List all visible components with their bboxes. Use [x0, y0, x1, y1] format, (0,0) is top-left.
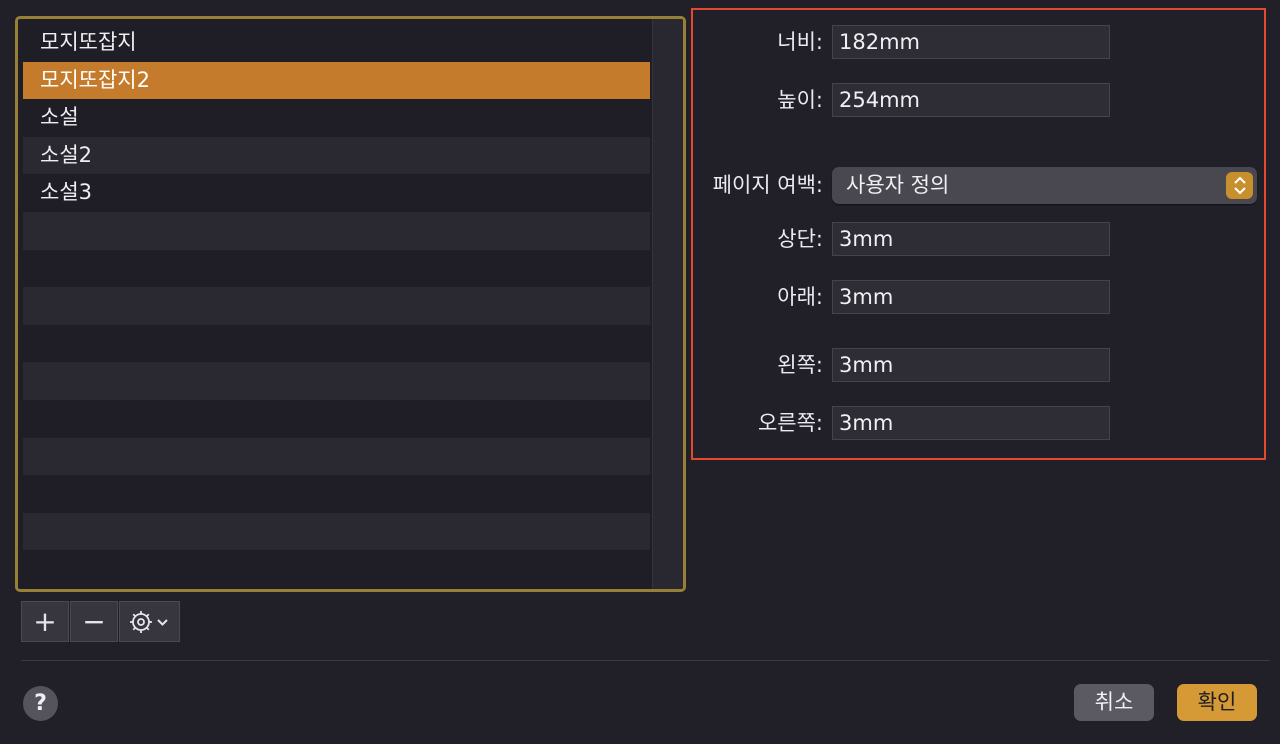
- height-label: 높이:: [777, 88, 823, 112]
- empty-row: [23, 211, 650, 250]
- separator: [21, 660, 1270, 661]
- question-icon: ?: [34, 691, 47, 716]
- chevron-down-icon: [156, 618, 168, 626]
- add-button[interactable]: +: [21, 601, 69, 642]
- help-button[interactable]: ?: [23, 686, 58, 721]
- list-scrollbar[interactable]: [652, 19, 683, 589]
- minus-icon: −: [82, 605, 106, 638]
- empty-row: [23, 400, 650, 438]
- right-margin-label: 오른쪽:: [757, 411, 823, 435]
- plus-icon: +: [33, 605, 57, 638]
- empty-row: [23, 512, 650, 551]
- empty-row: [23, 325, 650, 363]
- action-menu-button[interactable]: [119, 601, 180, 642]
- list-item[interactable]: 소설: [23, 99, 650, 137]
- empty-row: [23, 362, 650, 400]
- cancel-button[interactable]: 취소: [1074, 684, 1154, 721]
- margins-preset-popup[interactable]: 사용자 정의: [832, 167, 1257, 204]
- empty-row: [23, 250, 650, 288]
- left-margin-field[interactable]: 3mm: [832, 348, 1110, 382]
- paper-size-rows: 모지또잡지 모지또잡지2 소설 소설2 소설3: [23, 24, 650, 588]
- right-margin-field[interactable]: 3mm: [832, 406, 1110, 440]
- remove-button[interactable]: −: [70, 601, 118, 642]
- ok-button[interactable]: 확인: [1177, 684, 1257, 721]
- empty-row: [23, 437, 650, 476]
- paper-size-list[interactable]: 모지또잡지 모지또잡지2 소설 소설2 소설3: [15, 16, 686, 592]
- width-field[interactable]: 182mm: [832, 25, 1110, 59]
- margins-preset-value: 사용자 정의: [846, 173, 950, 197]
- page-margins-label: 페이지 여백:: [712, 173, 823, 197]
- list-item[interactable]: 모지또잡지: [23, 24, 650, 62]
- gear-icon: [129, 610, 168, 633]
- left-margin-label: 왼쪽:: [777, 353, 823, 377]
- bottom-margin-field[interactable]: 3mm: [832, 280, 1110, 314]
- up-down-chevron-icon: [1226, 172, 1253, 199]
- list-item-selected[interactable]: 모지또잡지2: [23, 61, 650, 100]
- list-item[interactable]: 소설3: [23, 174, 650, 212]
- top-margin-field[interactable]: 3mm: [832, 222, 1110, 256]
- top-margin-label: 상단:: [777, 227, 823, 251]
- width-label: 너비:: [777, 30, 823, 54]
- height-field[interactable]: 254mm: [832, 83, 1110, 117]
- empty-row: [23, 475, 650, 513]
- empty-row: [23, 550, 650, 588]
- empty-row: [23, 287, 650, 325]
- list-item[interactable]: 소설2: [23, 136, 650, 175]
- bottom-margin-label: 아래:: [777, 285, 823, 309]
